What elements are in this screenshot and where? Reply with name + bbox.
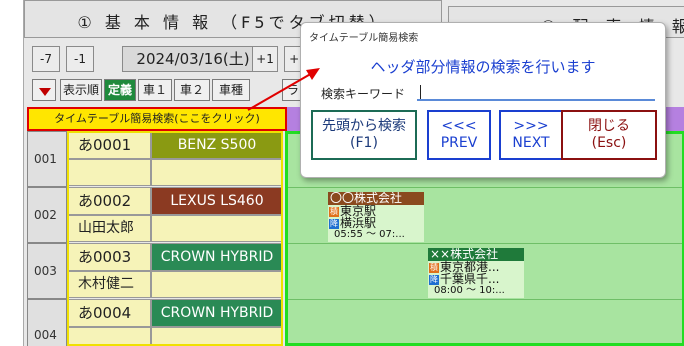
dialog-heading: ヘッダ部分情報の検索を行います <box>370 58 596 76</box>
button-label: <<< <box>441 118 477 134</box>
car-model[interactable]: LEXUS LS460 <box>151 187 283 215</box>
driver-name[interactable] <box>67 159 151 186</box>
row-number: 003 <box>27 243 67 299</box>
row-number: 002 <box>27 187 67 243</box>
tab-fixed[interactable]: 定義 <box>104 79 136 101</box>
dialog-title: タイムテーブル簡易検索 <box>309 33 419 44</box>
keyword-label: 検索キーワード <box>321 87 406 101</box>
load-badge-icon: 積 <box>329 206 339 217</box>
job-time: 08:00 ～ 10:... <box>434 285 505 296</box>
plus1-button[interactable]: +1 <box>252 46 278 72</box>
minus7-button[interactable]: -7 <box>32 46 60 72</box>
tab-car-type[interactable]: 車種 <box>212 79 250 101</box>
dispatch-job[interactable]: ××株式会社 積東京都港... 降千葉県千... 08:00 ～ 10:... <box>428 248 524 298</box>
row-divider <box>288 299 682 300</box>
minus1-button[interactable]: -1 <box>66 46 94 72</box>
search-dialog: タイムテーブル簡易検索 ヘッダ部分情報の検索を行います 検索キーワード 先頭から… <box>300 22 666 178</box>
row-divider <box>288 243 682 244</box>
text-caret <box>420 85 421 99</box>
keyword-input[interactable] <box>417 83 655 101</box>
drop-badge-icon: 降 <box>429 274 439 285</box>
close-button[interactable]: 閉じる (Esc) <box>561 110 657 160</box>
empty-cell <box>151 271 283 298</box>
load-badge-icon: 積 <box>429 262 439 273</box>
search-from-start-button[interactable]: 先頭から検索 (F1) <box>311 110 417 160</box>
date-display[interactable]: 2024/03/16(土) <box>122 46 264 72</box>
car-model[interactable]: CROWN HYBRID <box>151 299 283 327</box>
button-shortcut: NEXT <box>512 135 550 151</box>
vehicle-id[interactable]: あ0003 <box>67 243 151 271</box>
prev-button[interactable]: <<< PREV <box>427 110 491 160</box>
button-label: 先頭から検索 <box>322 118 406 134</box>
button-label: 閉じる <box>588 118 630 134</box>
vehicle-id[interactable]: あ0002 <box>67 187 151 215</box>
button-shortcut: (F1) <box>350 135 378 151</box>
car-model[interactable]: CROWN HYBRID <box>151 243 283 271</box>
dropdown-arrow-icon[interactable] <box>32 79 56 101</box>
dispatch-job[interactable]: 〇〇株式会社 積東京駅 降横浜駅 05:55 ～ 07:... <box>328 192 424 242</box>
row-number: 004 <box>27 299 67 346</box>
job-drop-line: 降千葉県千... <box>428 273 524 285</box>
job-drop: 千葉県千... <box>440 272 500 286</box>
car-model[interactable]: BENZ S500 <box>151 131 283 159</box>
job-drop: 横浜駅 <box>340 216 377 230</box>
vehicle-id[interactable]: あ0004 <box>67 299 151 327</box>
job-drop-line: 降横浜駅 <box>328 217 424 229</box>
empty-cell <box>151 215 283 242</box>
tab-car1[interactable]: 車１ <box>138 79 172 101</box>
job-time: 05:55 ～ 07:... <box>334 229 405 240</box>
next-button[interactable]: >>> NEXT <box>499 110 563 160</box>
vehicle-id[interactable]: あ0001 <box>67 131 151 159</box>
driver-name[interactable]: 木村健二 <box>67 271 151 298</box>
tab-display-order[interactable]: 表示順 <box>60 79 102 101</box>
drop-badge-icon: 降 <box>329 218 339 229</box>
button-shortcut: (Esc) <box>591 135 627 151</box>
timetable-search-button[interactable]: タイムテーブル簡易検索(ここをクリック) <box>27 107 287 131</box>
tab-car2[interactable]: 車２ <box>174 79 210 101</box>
empty-cell <box>151 327 283 346</box>
driver-name[interactable]: 山田太郎 <box>67 215 151 242</box>
driver-name[interactable] <box>67 327 151 346</box>
row-divider <box>288 187 682 188</box>
button-shortcut: PREV <box>440 135 478 151</box>
button-label: >>> <box>513 118 549 134</box>
row-number: 001 <box>27 131 67 187</box>
empty-cell <box>151 159 283 186</box>
